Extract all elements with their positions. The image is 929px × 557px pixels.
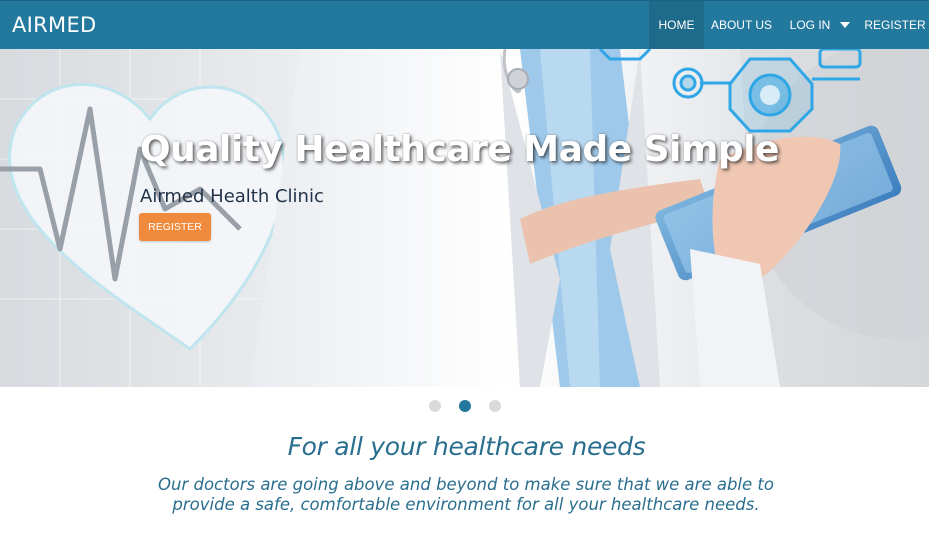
nav-register[interactable]: REGISTER [861,1,929,50]
carousel-dot-1[interactable] [429,400,441,412]
hero-register-button[interactable]: REGISTER [139,213,211,241]
section-heading: For all your healthcare needs [287,432,646,461]
caret-down-icon [840,21,851,28]
brand-logo-text[interactable]: AIRMED [12,13,97,37]
carousel-dot-3[interactable] [489,400,501,412]
carousel-indicators [0,400,929,414]
nav-home[interactable]: HOME [649,1,704,50]
hero-title: Quality Healthcare Made Simple [140,129,779,170]
nav-log-in-label: LOG IN [789,18,831,32]
section-description: Our doctors are going above and beyond t… [158,475,774,514]
top-navbar: AIRMED HOME ABOUT US LOG IN REGISTER [0,0,929,50]
carousel-dot-2-active[interactable] [459,400,471,412]
hero-carousel-slide: Quality Healthcare Made Simple Airmed He… [0,49,929,387]
nav-log-in-dropdown[interactable]: LOG IN [779,1,861,50]
hero-subtitle: Airmed Health Clinic [140,186,324,207]
nav-about-us[interactable]: ABOUT US [704,1,779,50]
